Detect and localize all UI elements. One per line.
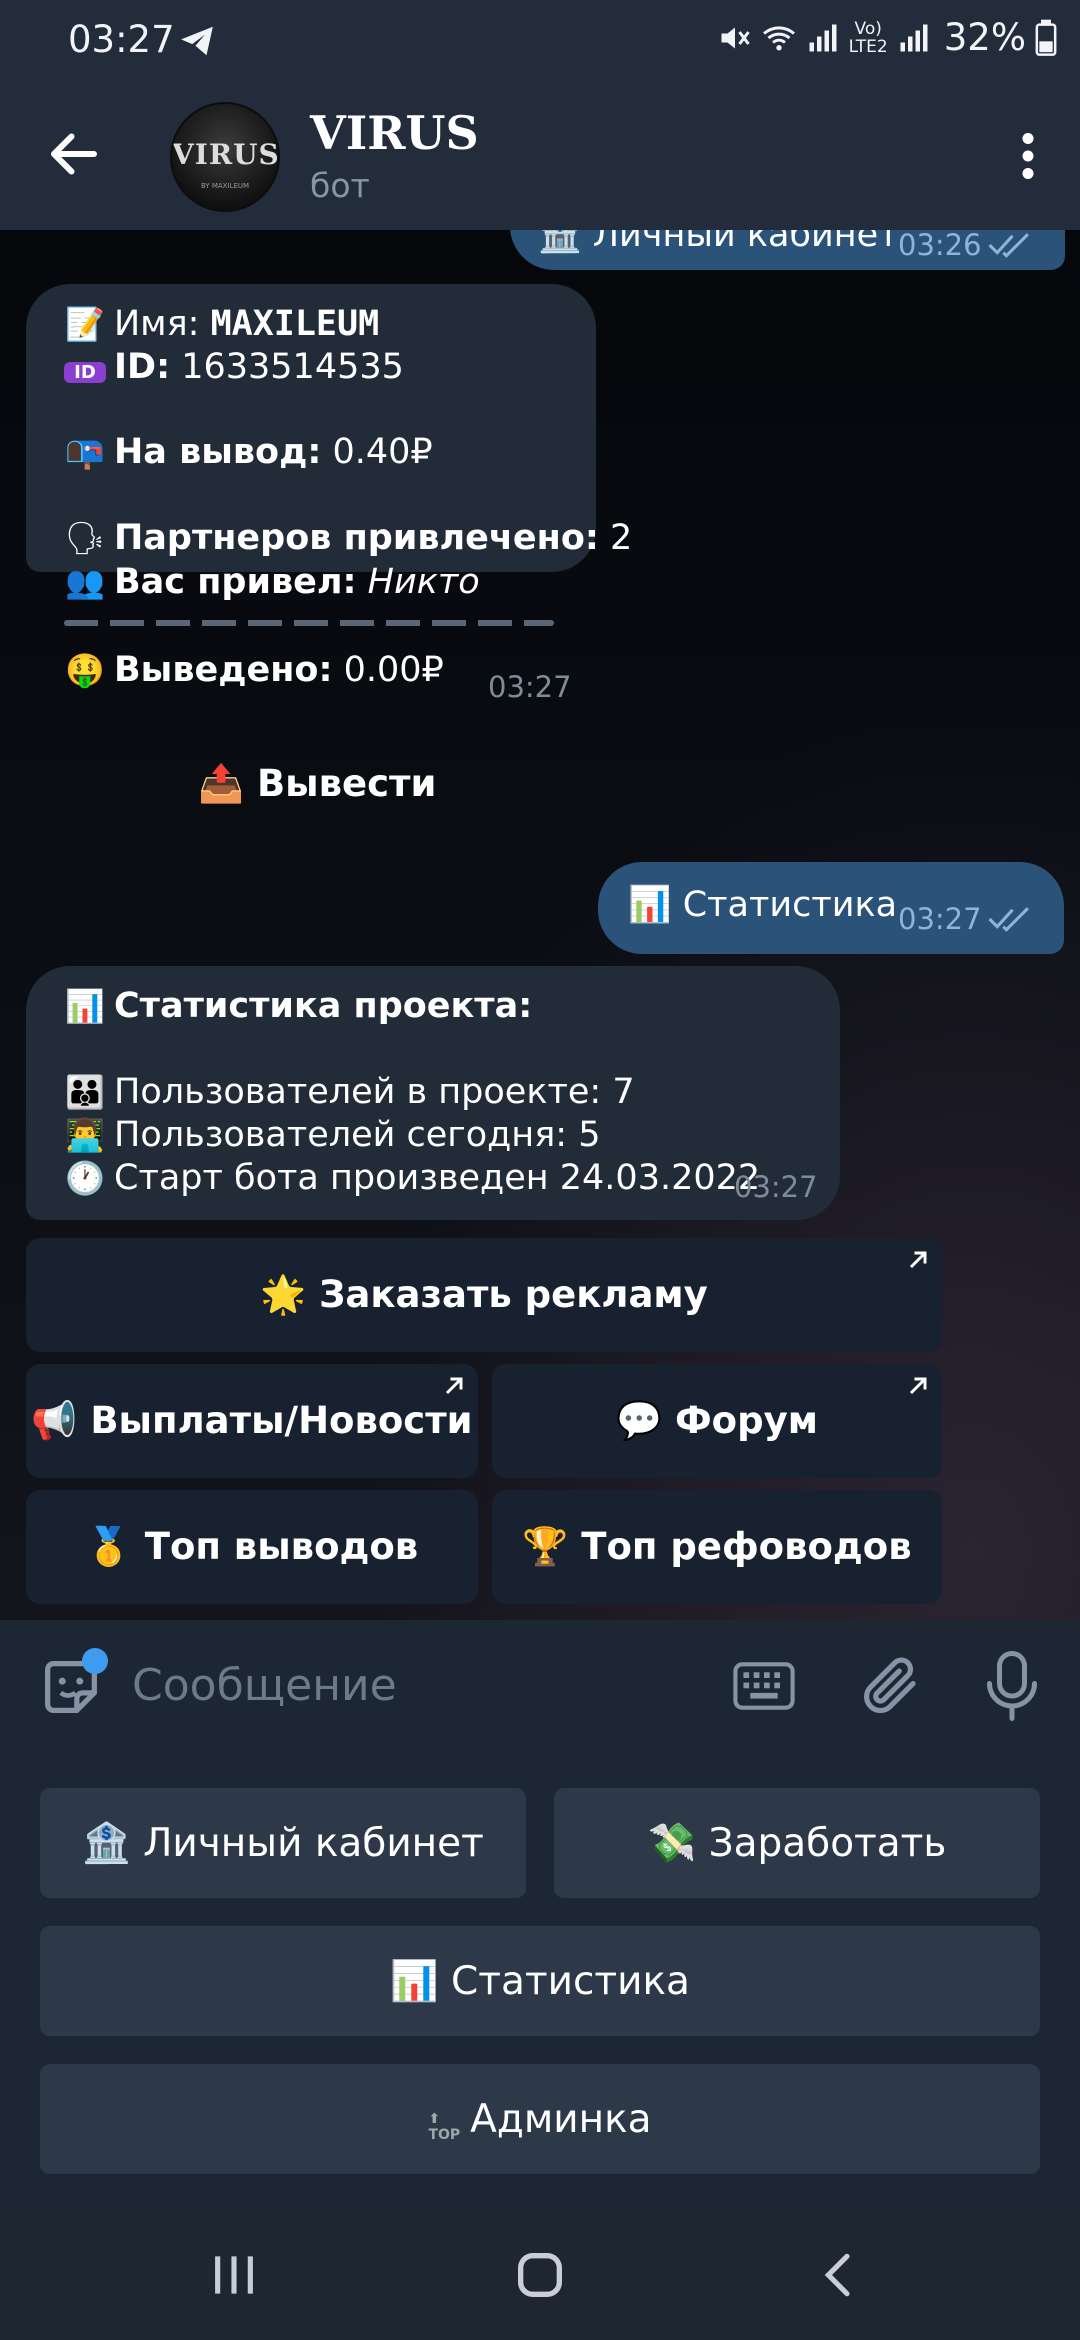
chat-title[interactable]: VIRUS [310,106,479,160]
profile-name-line: 📝 Имя: MAXILEUM [65,304,380,344]
memo-icon: 📝 [65,305,105,343]
message-time: 03:27 [488,670,572,704]
technologist-icon: 👨‍💻 [65,1116,105,1154]
battery-icon [1035,19,1057,56]
withdraw-button[interactable]: 📤 Вывести [198,762,436,806]
statistics-button[interactable]: 📊 Статистика [40,1926,1040,2036]
people-icon: 👥 [65,563,105,601]
bar-chart-icon: 📊 [65,987,105,1025]
cabinet-button[interactable]: 🏦 Личный кабинет [40,1788,526,1898]
stats-start-line: 🕐 Старт бота произведен 24.03.2022 [65,1158,761,1198]
telegram-icon [181,26,213,56]
stats-users-today-line: 👨‍💻 Пользователей сегодня: 5 [65,1115,601,1155]
reply-keyboard: 🏦 Личный кабинет 💸 Заработать 📊 Статисти… [0,1750,1080,2212]
message-input-bar: Сообщение [0,1620,1080,1750]
forum-button[interactable]: 💬 Форум [492,1364,942,1478]
profile-referrer-line: 👥 Вас привел: Никто [65,562,480,602]
message-time: 03:26 [898,230,982,262]
stats-users-total-line: 👪 Пользователей в проекте: 7 [65,1072,635,1112]
admin-button[interactable]: ⬆ TOP Админка [40,2064,1040,2174]
profile-withdraw-line: 📭 На вывод: 0.40₽ [65,432,433,472]
order-ads-button[interactable]: 🌟 Заказать рекламу [26,1238,942,1352]
speaking-head-icon: 🗣 [64,519,106,557]
top-withdrawals-button[interactable]: 🥇 Топ выводов [26,1490,478,1604]
profile-partners-line: 🗣 Партнеров привлечено: 2 [64,518,633,558]
battery-percent: 32% [943,16,1026,59]
message-text: 🏦 Личный кабинет [538,230,899,255]
chat-header: VIRUS BY MAXILEUM VIRUS бот [0,84,1080,230]
recent-apps-icon[interactable] [206,2246,262,2304]
payouts-news-button[interactable]: 📢 Выплаты/Новости [26,1364,478,1478]
status-bar: 03:27 Vo) LTE2 32% [0,0,1080,84]
message-time: 03:27 [898,902,982,936]
message-input[interactable]: Сообщение [132,1660,397,1711]
message-time: 03:27 [734,1170,818,1204]
nav-back-icon[interactable] [812,2246,868,2304]
status-time: 03:27 [68,18,175,61]
profile-id-line: ID ID: 1633514535 [64,347,404,387]
signal-icon [809,24,837,51]
attach-paperclip-icon[interactable] [858,1650,924,1720]
message-outgoing-stats[interactable]: 📊 Статистика 03:27 [598,862,1064,954]
profile-withdrawn-line: 🤑 Выведено: 0.00₽ [65,650,444,690]
volte-label: Vo) LTE2 [848,18,888,57]
message-stats[interactable]: 📊 Статистика проекта: 👪 Пользователей в пр… [26,966,840,1220]
microphone-icon[interactable] [982,1648,1042,1724]
back-arrow-icon[interactable] [44,124,104,184]
admin-label: Админка [470,2096,652,2142]
external-link-icon [909,1377,927,1395]
external-link-icon [909,1251,927,1269]
id-icon: ID [64,362,106,383]
top-referrers-button[interactable]: 🏆 Топ рефоводов [492,1490,942,1604]
double-check-icon [988,907,1029,932]
stats-title-line: 📊 Статистика проекта: [65,986,533,1026]
external-link-icon [445,1377,463,1395]
message-outgoing-cabinet[interactable]: 🏦 Личный кабинет 03:26 [510,230,1065,270]
top-arrow-icon: ⬆ TOP [428,2111,461,2143]
profile-name: MAXILEUM [210,304,380,344]
home-icon[interactable] [508,2246,572,2304]
avatar-logo-text: VIRUS [172,138,280,171]
avatar-logo-sub: BY MAXILEUM [200,182,250,190]
more-vertical-icon[interactable] [998,124,1058,188]
money-mouth-icon: 🤑 [65,651,105,689]
chat-subtitle: бот [310,166,370,205]
profile-id: 1633514535 [181,347,404,387]
message-profile[interactable]: 📝 Имя: MAXILEUM ID ID: 1633514535 📭 На выво… [26,284,632,602]
signal-icon-2 [900,24,928,51]
message-text: 📊 Статистика [628,885,898,925]
keyboard-icon[interactable] [732,1658,796,1714]
mailbox-icon: 📭 [65,433,105,471]
double-check-icon [988,233,1029,258]
mute-icon [721,27,750,48]
earn-button[interactable]: 💸 Заработать [554,1788,1040,1898]
clock-icon: 🕐 [65,1159,105,1197]
wifi-icon [762,25,795,50]
divider-dashes [64,620,554,626]
status-icons: Vo) LTE2 32% [717,16,1058,59]
notification-dot [82,1648,108,1674]
system-navigation-bar [0,2212,1080,2340]
chat-area[interactable]: 🏦 Личный кабинет 03:26 📝 Имя: MAXILEUM ID… [0,230,1080,1620]
bot-avatar[interactable]: VIRUS BY MAXILEUM [170,102,280,212]
family-icon: 👪 [65,1073,105,1111]
